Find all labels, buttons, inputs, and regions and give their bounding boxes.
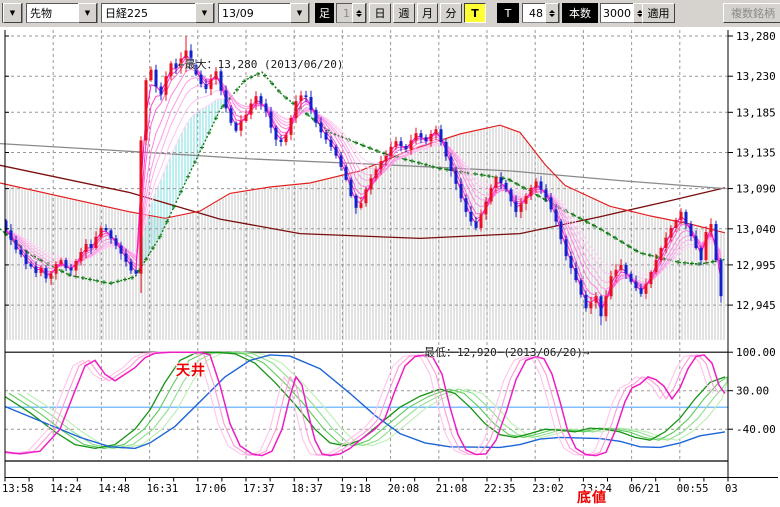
chevron-down-icon[interactable]: ▼ (78, 3, 97, 23)
bar-interval-stepper[interactable]: 1 (336, 3, 367, 23)
contract-select[interactable]: 13/09 ▼ (218, 3, 310, 23)
svg-text:13,185: 13,185 (736, 106, 776, 119)
symbol-select[interactable]: 日経225 ▼ (101, 3, 215, 23)
tick-count-stepper[interactable]: 48 (522, 3, 560, 23)
app-window: { "toolbar": { "history_arrow": "▼", "in… (0, 0, 780, 500)
apply-button[interactable]: 適用 (642, 3, 675, 23)
multi-symbol-button[interactable]: 複数銘柄 (723, 3, 780, 23)
bar-count-stepper[interactable]: 3000 (600, 3, 639, 23)
tick-count-label: T (497, 3, 519, 23)
svg-text:12,945: 12,945 (736, 299, 776, 312)
minute-button[interactable]: 分 (440, 3, 462, 23)
svg-text:19:18: 19:18 (339, 483, 371, 495)
toolbar: ▼ 先物 ▼ 日経225 ▼ 13/09 ▼ 足 1 日 週 月 分 T T 4… (0, 0, 780, 28)
svg-text:13,040: 13,040 (736, 223, 776, 236)
svg-text:100.00: 100.00 (736, 346, 776, 359)
bar-count-value: 3000 (601, 7, 633, 20)
candlestick-chart[interactable]: 13,280 13,230 13,185 13,135 13,090 13,040 12,9… (0, 27, 780, 500)
chevron-down-icon[interactable]: ▼ (3, 3, 22, 23)
chart-area[interactable]: 13,280 13,230 13,185 13,135 13,090 13,040 12,9… (0, 27, 780, 500)
svg-text:-40.00: -40.00 (736, 423, 776, 436)
svg-text:14:48: 14:48 (98, 483, 130, 495)
svg-text:22:35: 22:35 (484, 483, 516, 495)
instrument-value: 先物 (27, 5, 78, 21)
contract-value: 13/09 (219, 7, 290, 20)
chevron-down-icon[interactable]: ▼ (290, 3, 309, 23)
instrument-select[interactable]: 先物 ▼ (26, 3, 98, 23)
day-button[interactable]: 日 (369, 3, 391, 23)
svg-text:13,280: 13,280 (736, 30, 776, 43)
svg-text:21:08: 21:08 (436, 483, 468, 495)
svg-text:17:06: 17:06 (195, 483, 227, 495)
svg-text:13,090: 13,090 (736, 183, 776, 196)
svg-text:16:31: 16:31 (147, 483, 179, 495)
svg-text:12,995: 12,995 (736, 259, 776, 272)
symbol-value: 日経225 (102, 5, 195, 21)
svg-text:03: 03 (725, 483, 738, 495)
svg-text:20:08: 20:08 (388, 483, 420, 495)
bar-interval-value: 1 (337, 7, 352, 20)
bar-count-label: 本数 (562, 3, 598, 23)
tick-button[interactable]: T (464, 3, 486, 23)
svg-text:18:37: 18:37 (291, 483, 323, 495)
svg-text:13,135: 13,135 (736, 147, 776, 160)
svg-text:14:24: 14:24 (50, 483, 82, 495)
month-button[interactable]: 月 (417, 3, 438, 23)
svg-text:23:24: 23:24 (580, 483, 612, 495)
svg-text:13:58: 13:58 (2, 483, 34, 495)
bar-type-label: 足 (315, 3, 334, 23)
chevron-down-icon[interactable]: ▼ (195, 3, 214, 23)
spinner-icon[interactable] (352, 3, 366, 23)
history-dropdown[interactable]: ▼ (2, 3, 23, 23)
svg-text:17:37: 17:37 (243, 483, 275, 495)
week-button[interactable]: 週 (393, 3, 415, 23)
tick-count-value: 48 (523, 7, 545, 20)
svg-text:00:55: 00:55 (677, 483, 709, 495)
spinner-icon[interactable] (545, 3, 559, 23)
svg-text:13,230: 13,230 (736, 70, 776, 83)
svg-text:23:02: 23:02 (532, 483, 564, 495)
svg-text:30.00: 30.00 (736, 385, 769, 398)
svg-text:06/21: 06/21 (629, 483, 661, 495)
